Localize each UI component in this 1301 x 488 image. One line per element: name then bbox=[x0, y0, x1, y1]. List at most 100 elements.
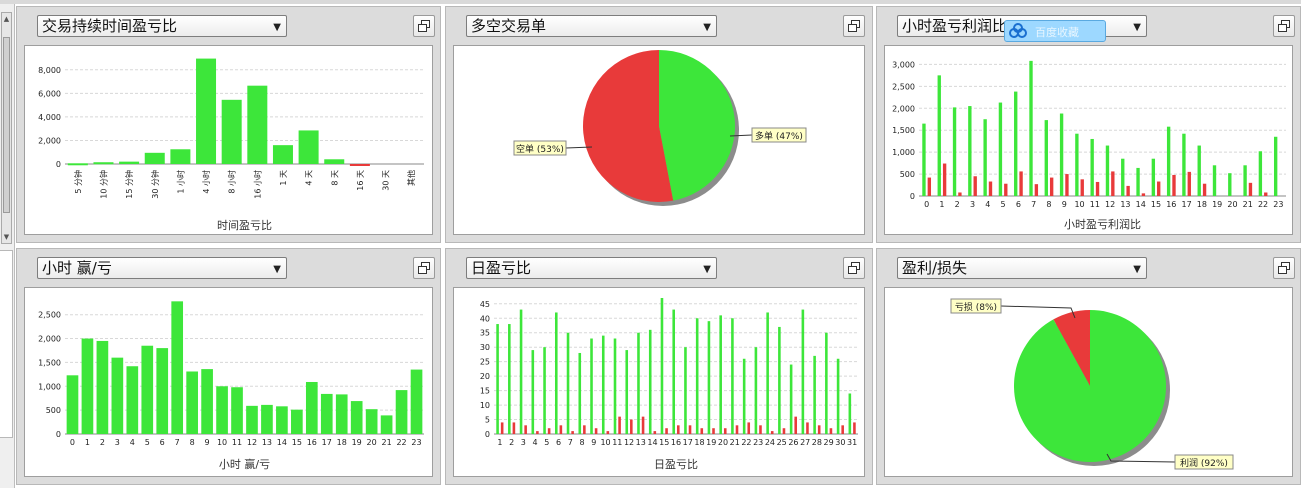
y-tick-label: 1,000 bbox=[892, 148, 915, 157]
x-tick-label: 29 bbox=[824, 438, 834, 447]
bar bbox=[298, 130, 319, 164]
x-tick-label: 13 bbox=[262, 438, 272, 447]
x-tick-label: 20 bbox=[1227, 200, 1237, 209]
bar bbox=[571, 431, 574, 434]
bar bbox=[1111, 171, 1115, 196]
x-tick-label: 28 bbox=[812, 438, 822, 447]
x-tick-label: 11 bbox=[232, 438, 242, 447]
x-tick-label: 4 bbox=[533, 438, 538, 447]
chart-select-dropdown[interactable]: 交易持续时间盈亏比 ▼ bbox=[37, 15, 287, 37]
dropdown-label: 盈利/损失 bbox=[902, 259, 968, 277]
bar bbox=[1044, 120, 1048, 196]
x-tick-label: 30 bbox=[835, 438, 845, 447]
scroll-down-icon[interactable]: ▼ bbox=[2, 231, 11, 243]
scroll-up-icon[interactable]: ▲ bbox=[2, 13, 11, 25]
chevron-down-icon: ▼ bbox=[703, 264, 711, 275]
maximize-button[interactable] bbox=[413, 15, 435, 37]
bar-chart: 05001,0001,5002,0002,5003,0000 1 2 3 4 5 6 7 8 9 1… bbox=[892, 60, 1286, 231]
maximize-button[interactable] bbox=[1273, 257, 1295, 279]
bar bbox=[700, 428, 704, 434]
y-tick-label: 5 bbox=[485, 416, 490, 425]
dropdown-label: 日盈亏比 bbox=[471, 259, 532, 277]
y-tick-label: 6,000 bbox=[38, 89, 61, 98]
chart-select-dropdown[interactable]: 盈利/损失 ▼ bbox=[897, 257, 1147, 279]
x-tick-label: 20 bbox=[367, 438, 377, 447]
panel-trade-duration: 交易持续时间盈亏比 ▼ 0 2,000 4,000 6,000 8,000 5 分钟 10 … bbox=[16, 6, 441, 243]
x-tick-label: 26 bbox=[788, 438, 798, 447]
maximize-button[interactable] bbox=[1273, 15, 1295, 37]
bar bbox=[119, 161, 140, 164]
bar bbox=[1029, 60, 1033, 197]
left-partial-panel bbox=[0, 250, 13, 438]
x-tick-label: 1 bbox=[497, 438, 502, 447]
dropdown-label: 多空交易单 bbox=[471, 17, 547, 35]
bar bbox=[630, 419, 633, 434]
x-tick-label: 1 小时 bbox=[175, 170, 185, 194]
bar bbox=[590, 338, 593, 434]
x-tick-label: 18 bbox=[337, 438, 347, 447]
y-tick-label: 30 bbox=[480, 343, 490, 352]
bar bbox=[801, 309, 805, 434]
vertical-scrollbar[interactable]: ▲ ▼ bbox=[1, 12, 12, 244]
bar bbox=[96, 340, 109, 434]
y-tick-label: 2,000 bbox=[38, 335, 61, 344]
chart-select-dropdown[interactable]: 多空交易单 ▼ bbox=[466, 15, 717, 37]
bar bbox=[1273, 136, 1278, 196]
y-tick-label: 15 bbox=[480, 387, 490, 396]
bar bbox=[922, 123, 926, 196]
bar bbox=[365, 409, 378, 434]
x-tick-label: 23 bbox=[411, 438, 421, 447]
bar bbox=[524, 425, 527, 434]
bar bbox=[67, 163, 88, 166]
x-tick-label: 30 分钟 bbox=[150, 170, 160, 199]
y-tick-label: 0 bbox=[485, 430, 490, 439]
maximize-button[interactable] bbox=[843, 257, 865, 279]
bar bbox=[221, 99, 242, 164]
y-tick-label: 3,000 bbox=[892, 60, 915, 69]
bar bbox=[1136, 167, 1140, 196]
x-tick-label: 12 bbox=[1105, 200, 1115, 209]
x-axis-label: 小时盈亏利润比 bbox=[1064, 217, 1141, 231]
chart-select-dropdown[interactable]: 小时 赢/亏 ▼ bbox=[37, 257, 287, 279]
y-tick-label: 2,500 bbox=[38, 311, 61, 320]
maximize-button[interactable] bbox=[413, 257, 435, 279]
bar-chart: 0 2,000 4,000 6,000 8,000 5 分钟 10 分钟 15 分钟 30 分钟… bbox=[38, 58, 424, 232]
chart-area: 0 5 10 15 20 25 30 35 40 45 1 2 3 4 5 6 7 8 9 10 11 12 13 14 15 1… bbox=[453, 287, 865, 477]
x-axis-label: 日盈亏比 bbox=[654, 458, 698, 471]
y-tick-label: 4,000 bbox=[38, 113, 61, 122]
bar bbox=[559, 425, 563, 434]
bar bbox=[782, 428, 786, 434]
panel-long-short: 多空交易单 ▼ 空单 (53%) 多单 (47%) bbox=[445, 6, 873, 243]
bar bbox=[665, 428, 668, 434]
bar bbox=[144, 152, 165, 164]
bar bbox=[1151, 158, 1156, 196]
bar bbox=[1095, 181, 1100, 196]
bar bbox=[794, 416, 798, 434]
bar bbox=[695, 318, 699, 434]
x-tick-label: 8 小时 bbox=[227, 170, 237, 194]
y-tick-label: 8,000 bbox=[38, 66, 61, 75]
bar bbox=[735, 425, 739, 434]
bookmark-widget[interactable]: 百度收藏 bbox=[1004, 20, 1106, 42]
pie-chart: 亏损 (8%) 利润 (92%) bbox=[950, 298, 1234, 470]
maximize-button[interactable] bbox=[843, 15, 865, 37]
x-tick-label: 14 bbox=[277, 438, 287, 447]
x-tick-label: 21 bbox=[1243, 200, 1253, 209]
bar bbox=[813, 355, 816, 434]
pie-slice bbox=[1014, 310, 1166, 462]
x-tick-label: 6 bbox=[556, 438, 561, 447]
bar bbox=[958, 192, 962, 196]
y-tick-label: 0 bbox=[56, 430, 61, 439]
bar bbox=[817, 425, 821, 434]
chart-select-dropdown[interactable]: 日盈亏比 ▼ bbox=[466, 257, 717, 279]
bar bbox=[637, 332, 640, 434]
x-tick-label: 8 bbox=[1046, 200, 1051, 209]
bar bbox=[601, 335, 605, 434]
bar bbox=[554, 312, 558, 434]
bar bbox=[723, 428, 727, 434]
scrollbar-thumb[interactable] bbox=[3, 37, 10, 213]
bar bbox=[677, 425, 680, 434]
bar bbox=[170, 149, 191, 164]
x-tick-label: 2 bbox=[100, 438, 105, 447]
x-tick-label: 5 bbox=[1001, 200, 1006, 209]
